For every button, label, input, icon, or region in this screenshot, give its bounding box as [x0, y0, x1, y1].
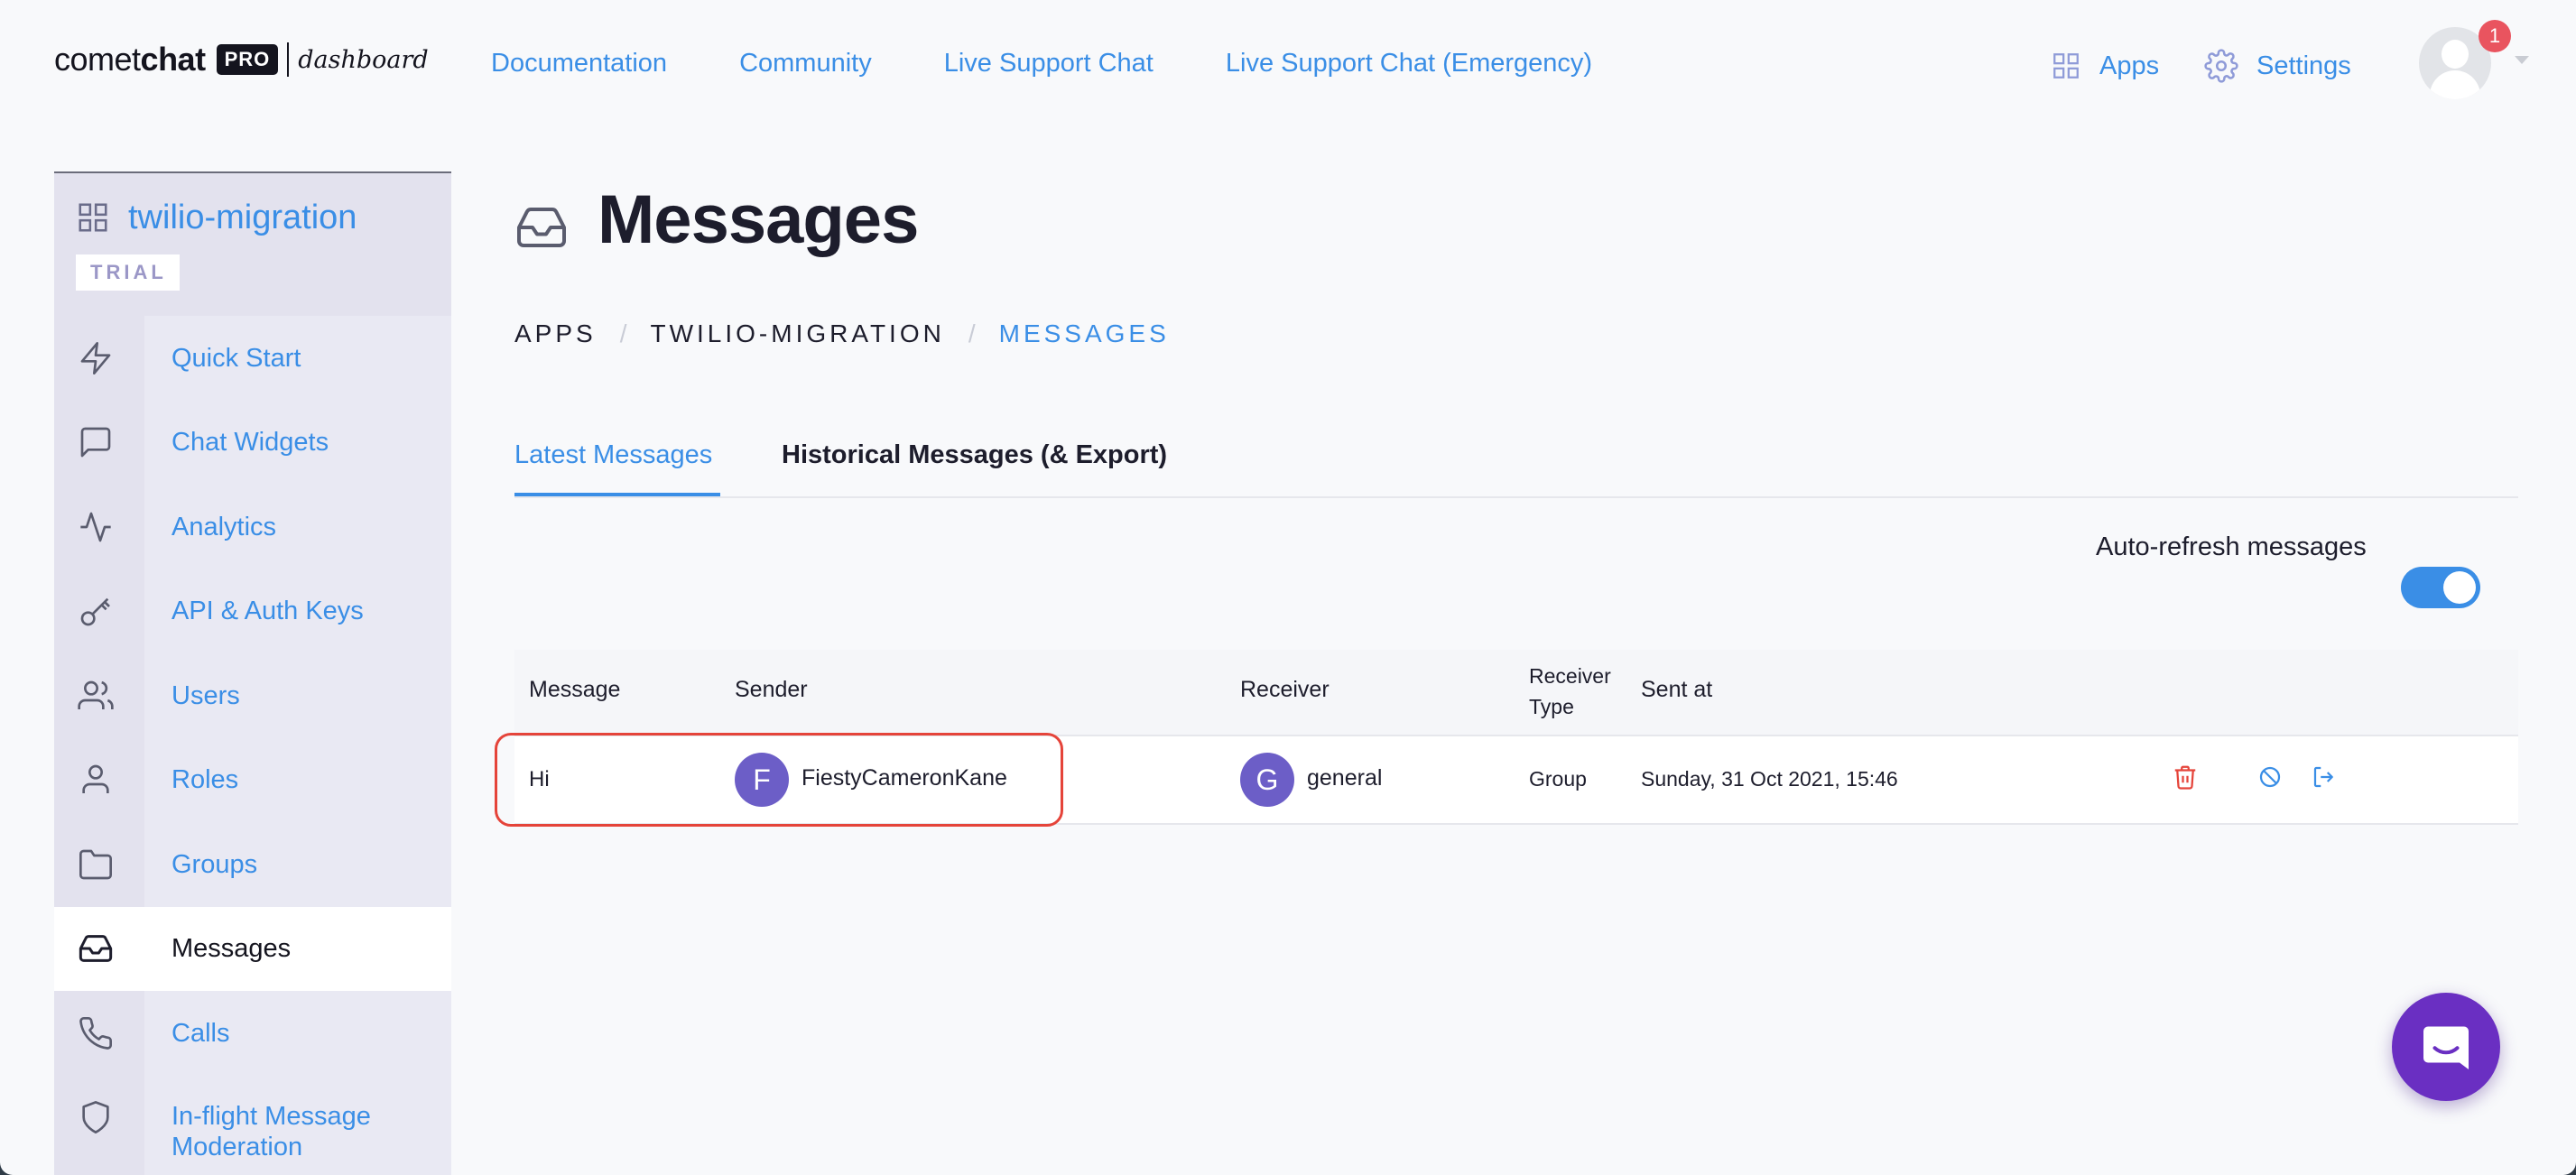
column-header-sent-at: Sent at	[1641, 677, 1713, 702]
highlight-annotation	[495, 733, 1063, 827]
receiver-type: Group	[1529, 767, 1587, 791]
lightning-icon	[80, 341, 111, 375]
header-right: Apps Settings 1	[1944, 0, 2576, 126]
inbox-icon	[517, 208, 566, 247]
chat-launcher-icon	[2423, 1026, 2469, 1069]
key-icon	[80, 597, 110, 626]
sidebar-item-users[interactable]: Users	[54, 653, 451, 738]
folder-icon	[79, 849, 112, 880]
sidebar-item-api-auth-keys[interactable]: API & Auth Keys	[54, 569, 451, 654]
breadcrumb-apps[interactable]: APPS	[514, 319, 597, 348]
avatar-body	[2430, 70, 2480, 99]
sidebar-item-label: Groups	[171, 849, 258, 879]
app-grid-icon	[79, 203, 107, 232]
sidebar-item-label: Calls	[171, 1018, 230, 1048]
sidebar-item-label: In-flight Message Moderation	[171, 1101, 371, 1161]
sidebar-item-label: Users	[171, 680, 240, 710]
breadcrumb-current: MESSAGES	[998, 319, 1170, 347]
sidebar-item-label: Messages	[171, 934, 292, 964]
apps-label: Apps	[2099, 51, 2160, 80]
logo-dashboard-text: dashboard	[298, 45, 429, 74]
inbox-icon	[79, 935, 113, 963]
notification-badge[interactable]: 1	[2479, 20, 2511, 52]
sidebar-item-analytics[interactable]: Analytics	[54, 485, 451, 569]
receiver-avatar: G	[1240, 753, 1294, 807]
page-title: Messages	[598, 181, 919, 258]
column-header-sender: Sender	[735, 677, 808, 702]
trash-icon[interactable]	[2172, 763, 2199, 791]
sidebar-item-groups[interactable]: Groups	[54, 822, 451, 907]
auto-refresh-label: Auto-refresh messages	[2096, 532, 2367, 561]
kick-out-icon[interactable]	[2311, 763, 2338, 791]
receiver-name[interactable]: general	[1307, 765, 1382, 791]
shield-icon	[82, 1101, 109, 1134]
logo-pro-badge: PRO	[216, 44, 279, 75]
nav-live-support-chat-emergency[interactable]: Live Support Chat (Emergency)	[1226, 49, 1592, 79]
sent-at: Sunday, 31 Oct 2021, 15:46	[1641, 767, 1898, 791]
column-header-message: Message	[529, 677, 621, 702]
sidebar-item-label: Quick Start	[171, 343, 301, 373]
nav-community[interactable]: Community	[739, 49, 872, 79]
sidebar-item-messages[interactable]: Messages	[54, 906, 451, 991]
settings-label: Settings	[2256, 51, 2351, 80]
sidebar-item-label: Chat Widgets	[171, 428, 329, 458]
sidebar-item-quick-start[interactable]: Quick Start	[54, 316, 451, 401]
activity-icon	[80, 512, 111, 542]
breadcrumb-app[interactable]: TWILIO-MIGRATION	[650, 319, 944, 348]
phone-icon	[79, 1016, 113, 1050]
column-header-receiver-type: Receiver Type	[1529, 664, 1611, 718]
block-icon[interactable]	[2256, 763, 2284, 791]
sidebar-nav: Quick Start Chat Widgets Analytics API &…	[54, 316, 451, 1161]
app-name[interactable]: twilio-migration	[128, 199, 357, 237]
breadcrumb-separator: /	[619, 319, 627, 347]
gear-icon	[2204, 49, 2238, 83]
sidebar-item-label: API & Auth Keys	[171, 597, 364, 626]
message-tabs: Latest Messages Historical Messages (& E…	[514, 437, 2518, 498]
app-header: twilio-migration TRIAL	[54, 173, 451, 316]
sidebar-item-calls[interactable]: Calls	[54, 991, 451, 1076]
cometchat-logo[interactable]: cometchat PRO dashboard	[54, 41, 429, 78]
sidebar-item-chat-widgets[interactable]: Chat Widgets	[54, 401, 451, 486]
chevron-down-icon[interactable]	[2515, 56, 2529, 64]
browser-window: cometchat PRO dashboard Documentation Co…	[0, 0, 2576, 1175]
apps-grid-icon	[2053, 53, 2079, 79]
tab-historical-messages[interactable]: Historical Messages (& Export)	[782, 440, 1167, 470]
sidebar-item-label: Analytics	[171, 512, 277, 541]
tab-latest-messages[interactable]: Latest Messages	[514, 440, 712, 470]
logo-divider	[287, 42, 290, 77]
avatar-head	[2442, 40, 2469, 69]
column-header-receiver: Receiver	[1240, 677, 1330, 702]
breadcrumb-separator: /	[968, 319, 976, 347]
toggle-knob	[2443, 571, 2476, 604]
sidebar-item-label: Roles	[171, 765, 239, 795]
table-header: Message Sender Receiver Receiver Type Se…	[514, 650, 2518, 736]
apps-link[interactable]: Apps	[2051, 51, 2159, 81]
logo-word: cometchat	[54, 41, 206, 78]
nav-documentation[interactable]: Documentation	[491, 49, 667, 79]
auto-refresh-toggle[interactable]	[2401, 567, 2480, 608]
user-icon	[82, 764, 109, 794]
users-icon	[78, 680, 114, 709]
top-nav: Documentation Community Live Support Cha…	[491, 49, 1592, 79]
trial-badge: TRIAL	[76, 254, 180, 291]
settings-link[interactable]: Settings	[2204, 49, 2351, 83]
breadcrumb: APPS / TWILIO-MIGRATION / MESSAGES	[514, 319, 1170, 348]
nav-live-support-chat[interactable]: Live Support Chat	[944, 49, 1154, 79]
sidebar-item-in-flight-moderation[interactable]: In-flight Message Moderation	[54, 1076, 451, 1161]
support-chat-launcher[interactable]	[2392, 993, 2500, 1101]
sidebar-item-roles[interactable]: Roles	[54, 738, 451, 823]
active-tab-indicator	[514, 493, 720, 496]
chat-bubble-icon	[80, 427, 111, 458]
sidebar: twilio-migration TRIAL Quick Start Chat …	[54, 171, 451, 1175]
